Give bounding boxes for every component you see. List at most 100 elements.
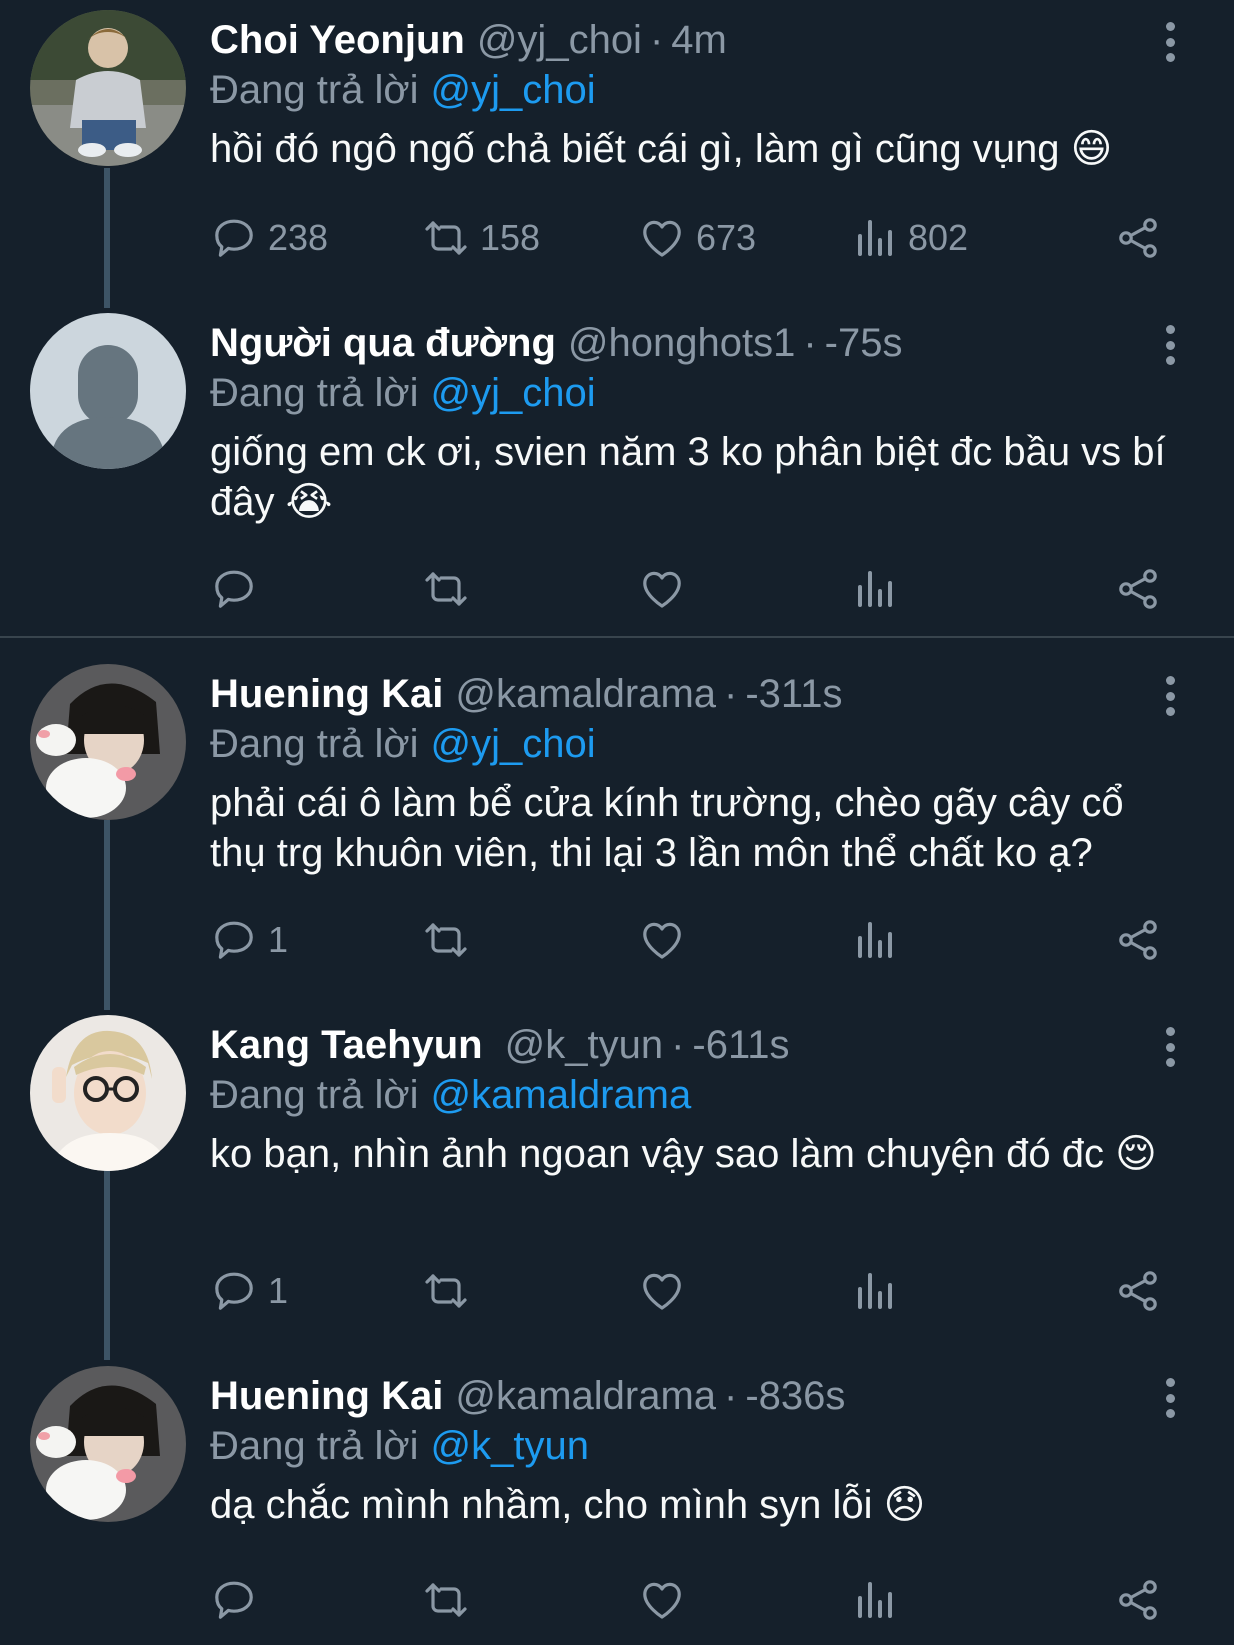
share-icon xyxy=(1119,1580,1157,1620)
timestamp[interactable]: -311s xyxy=(745,666,842,722)
share-button[interactable] xyxy=(1114,561,1162,617)
timestamp[interactable]: 4m xyxy=(671,12,727,68)
views-button[interactable]: 802 xyxy=(850,210,968,266)
replying-to: Đang trả lời @k_tyun xyxy=(210,1418,589,1474)
retweet-button[interactable] xyxy=(422,561,480,617)
avatar[interactable] xyxy=(30,1015,186,1171)
more-options-icon[interactable] xyxy=(1158,325,1182,365)
more-options-icon[interactable] xyxy=(1158,22,1182,62)
tweet[interactable]: Huening Kai @kamaldrama · -836s Đang trả… xyxy=(0,1356,1234,1645)
heart-icon xyxy=(643,1273,681,1310)
retweet-count: 158 xyxy=(480,217,541,258)
separator-dot: · xyxy=(724,672,738,716)
like-button[interactable] xyxy=(638,912,696,968)
tweet-header: Người qua đường @honghots1 · -75s xyxy=(210,315,902,371)
reply-button[interactable]: 1 xyxy=(210,912,288,968)
action-bar: 1 xyxy=(210,912,1170,968)
timestamp[interactable]: -611s xyxy=(692,1017,789,1073)
share-button[interactable] xyxy=(1114,210,1162,266)
username[interactable]: @yj_choi xyxy=(477,12,642,68)
username[interactable]: @kamaldrama xyxy=(455,666,716,722)
display-name[interactable]: Huening Kai xyxy=(210,666,443,722)
like-button[interactable] xyxy=(638,561,696,617)
reply-button[interactable]: 238 xyxy=(210,210,328,266)
views-icon xyxy=(858,1582,892,1618)
retweet-button[interactable] xyxy=(422,1572,480,1628)
username[interactable]: @kamaldrama xyxy=(455,1368,716,1424)
reply-icon xyxy=(215,1272,253,1310)
action-bar: 1 xyxy=(210,1263,1170,1319)
views-button[interactable] xyxy=(850,1263,908,1319)
more-options-icon[interactable] xyxy=(1158,1378,1182,1418)
tweet[interactable]: Huening Kai @kamaldrama · -311s Đang trả… xyxy=(0,654,1234,984)
tweet-text: dạ chắc mình nhầm, cho mình syn lỗi 😞 xyxy=(210,1483,926,1527)
reply-button[interactable] xyxy=(210,1572,268,1628)
share-button[interactable] xyxy=(1114,1263,1162,1319)
retweet-button[interactable] xyxy=(422,912,480,968)
replying-to: Đang trả lời @kamaldrama xyxy=(210,1067,691,1123)
avatar[interactable] xyxy=(30,664,186,820)
retweet-icon xyxy=(425,923,467,957)
avatar[interactable] xyxy=(30,313,186,469)
share-button[interactable] xyxy=(1114,912,1162,968)
separator-dot: · xyxy=(803,321,817,365)
replying-to: Đang trả lời @yj_choi xyxy=(210,62,596,118)
retweet-icon xyxy=(425,572,467,606)
views-button[interactable] xyxy=(850,561,908,617)
replying-to: Đang trả lời @yj_choi xyxy=(210,365,596,421)
share-icon xyxy=(1119,569,1157,609)
tweet-header: Huening Kai @kamaldrama · -836s xyxy=(210,1368,845,1424)
display-name[interactable]: Kang Taehyun xyxy=(210,1017,483,1073)
replying-to-label: Đang trả lời xyxy=(210,722,419,766)
tweet-header: Choi Yeonjun @yj_choi · 4m xyxy=(210,12,727,68)
replying-to-label: Đang trả lời xyxy=(210,1073,419,1117)
more-options-icon[interactable] xyxy=(1158,1027,1182,1067)
retweet-icon xyxy=(425,221,467,255)
display-name[interactable]: Huening Kai xyxy=(210,1368,443,1424)
heart-icon xyxy=(643,571,681,608)
views-count: 802 xyxy=(908,217,969,258)
reply-button[interactable] xyxy=(210,561,268,617)
share-button[interactable] xyxy=(1114,1572,1162,1628)
views-icon xyxy=(858,220,892,256)
retweet-button[interactable] xyxy=(422,1263,480,1319)
mention-link[interactable]: @yj_choi xyxy=(431,371,596,415)
replying-to-label: Đang trả lời xyxy=(210,68,419,112)
like-button[interactable] xyxy=(638,1572,696,1628)
heart-icon xyxy=(643,1582,681,1619)
tweet[interactable]: Kang Taehyun @k_tyun · -611s Đang trả lờ… xyxy=(0,1005,1234,1335)
display-name[interactable]: Người qua đường xyxy=(210,315,556,371)
username[interactable]: @honghots1 xyxy=(568,315,795,371)
action-bar xyxy=(210,561,1170,617)
replying-to-label: Đang trả lời xyxy=(210,1424,419,1468)
mention-link[interactable]: @yj_choi xyxy=(431,68,596,112)
tweet-header: Kang Taehyun @k_tyun · -611s xyxy=(210,1017,790,1073)
avatar[interactable] xyxy=(30,1366,186,1522)
mention-link[interactable]: @kamaldrama xyxy=(431,1073,692,1117)
reply-icon xyxy=(215,921,253,959)
heart-icon xyxy=(643,220,681,257)
tweet-text: giống em ck ơi, svien năm 3 ko phân biệt… xyxy=(210,430,1166,524)
reply-button[interactable]: 1 xyxy=(210,1263,288,1319)
replying-to: Đang trả lời @yj_choi xyxy=(210,716,596,772)
views-button[interactable] xyxy=(850,1572,908,1628)
like-button[interactable] xyxy=(638,1263,696,1319)
username[interactable]: @k_tyun xyxy=(505,1017,663,1073)
views-button[interactable] xyxy=(850,912,908,968)
display-name[interactable]: Choi Yeonjun xyxy=(210,12,465,68)
retweet-icon xyxy=(425,1583,467,1617)
mention-link[interactable]: @yj_choi xyxy=(431,722,596,766)
more-options-icon[interactable] xyxy=(1158,676,1182,716)
reply-count: 238 xyxy=(268,217,329,258)
timestamp[interactable]: -75s xyxy=(825,315,903,371)
tweet[interactable]: Choi Yeonjun @yj_choi · 4m Đang trả lời @… xyxy=(0,0,1234,300)
retweet-button[interactable]: 158 xyxy=(422,210,540,266)
heart-icon xyxy=(643,922,681,959)
tweet-text: hồi đó ngô ngố chả biết cái gì, làm gì c… xyxy=(210,127,1113,171)
mention-link[interactable]: @k_tyun xyxy=(431,1424,589,1468)
like-button[interactable]: 673 xyxy=(638,210,756,266)
timestamp[interactable]: -836s xyxy=(745,1368,845,1424)
retweet-icon xyxy=(425,1274,467,1308)
tweet[interactable]: Người qua đường @honghots1 · -75s Đang t… xyxy=(0,303,1234,633)
avatar[interactable] xyxy=(30,10,186,166)
